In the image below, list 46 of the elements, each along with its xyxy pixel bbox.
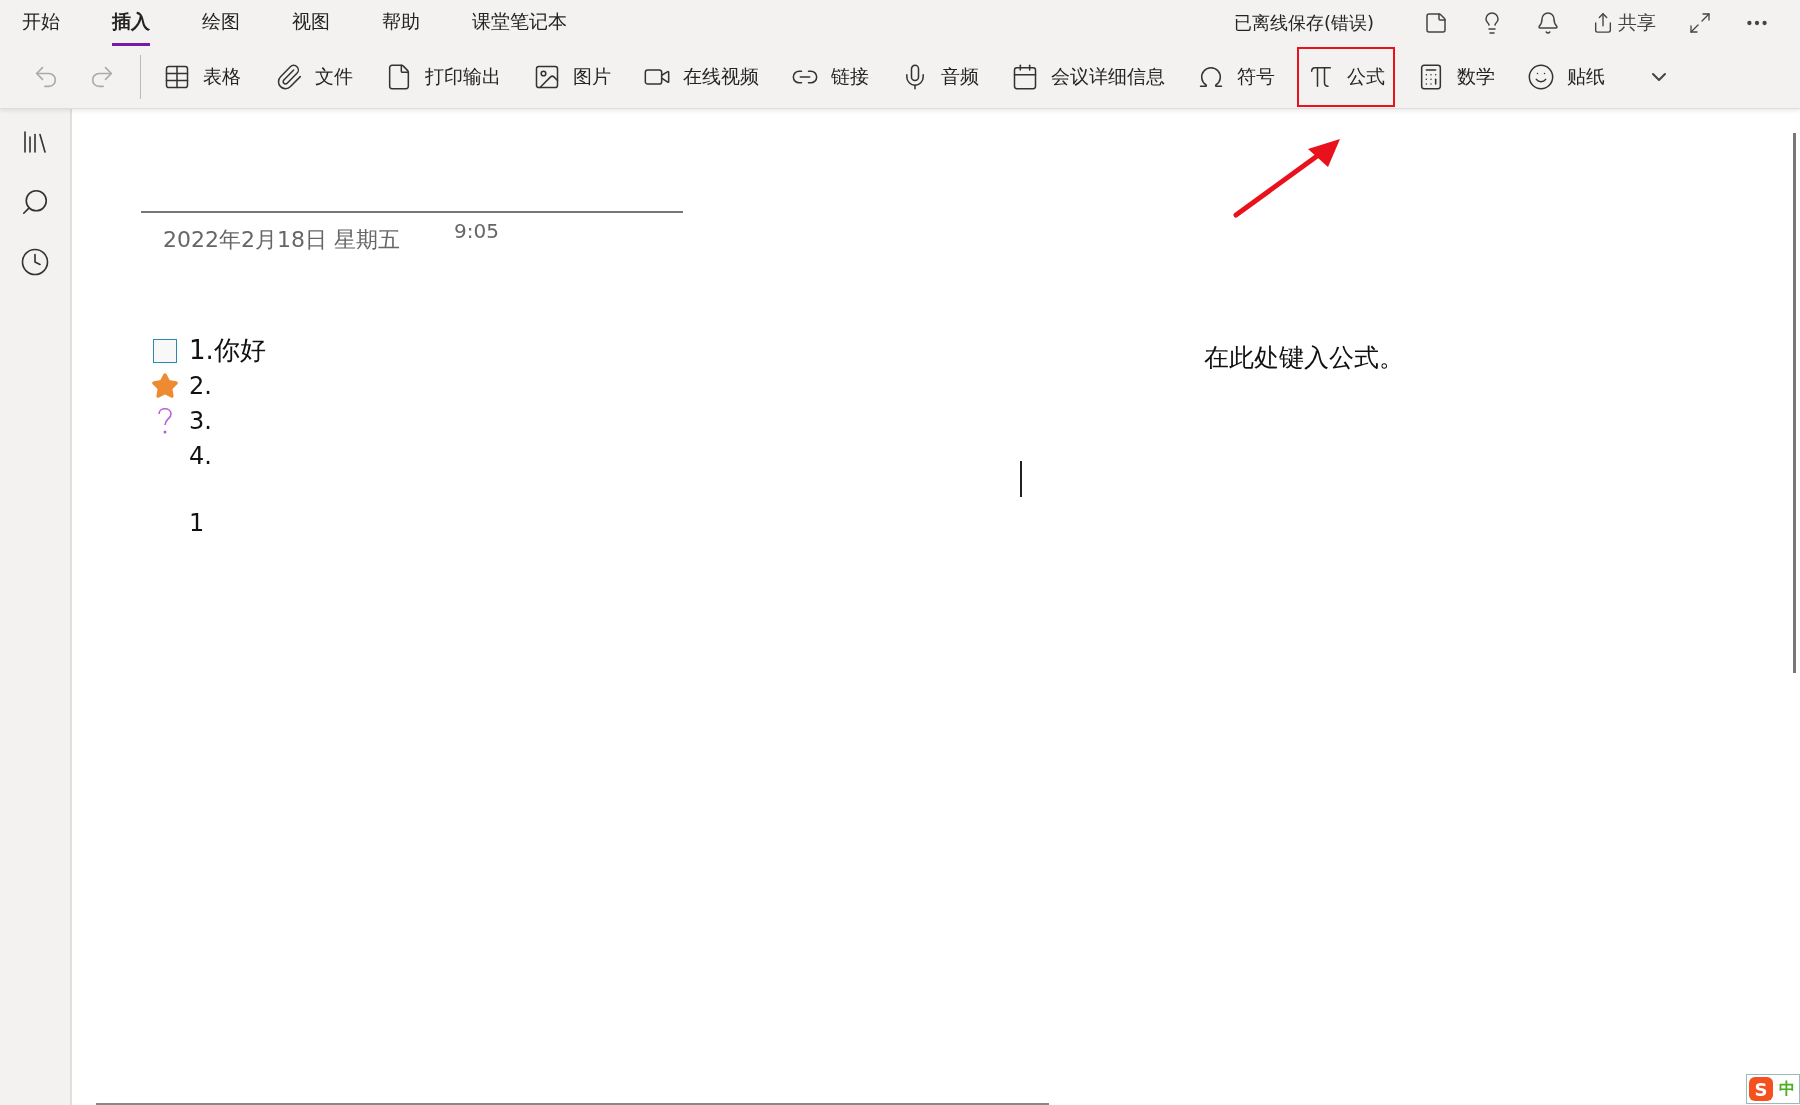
page-time: 9:05 — [454, 219, 499, 245]
toolbar-button[interactable]: 符号 — [1189, 49, 1283, 105]
picture-icon — [533, 63, 561, 91]
toolbar-button[interactable]: 贴纸 — [1519, 49, 1613, 105]
toolbar-button[interactable]: 文件 — [267, 49, 361, 105]
ime-logo: S — [1749, 1077, 1773, 1101]
toolbar-button[interactable]: 数学 — [1409, 49, 1503, 105]
note-line: 1.你好 — [189, 334, 266, 367]
scrollbar[interactable] — [1793, 133, 1796, 673]
formula-placeholder[interactable]: 在此处键入公式。 — [1204, 341, 1404, 374]
search-icon[interactable] — [20, 187, 50, 217]
menu-tab[interactable]: 绘图 — [202, 0, 240, 46]
note-line: 1 — [189, 508, 205, 537]
menu-tab[interactable]: 帮助 — [382, 0, 420, 46]
clock-icon[interactable] — [20, 247, 50, 277]
toolbar-button[interactable]: 音频 — [893, 49, 987, 105]
ime-mode: 中 — [1779, 1078, 1795, 1100]
expand-icon[interactable] — [1688, 11, 1712, 35]
star-icon — [151, 371, 179, 400]
table-icon — [163, 63, 191, 91]
calendar-icon — [1011, 63, 1039, 91]
toolbar-button[interactable]: 在线视频 — [635, 49, 767, 105]
toolbar-button[interactable]: 公式 — [1299, 49, 1393, 105]
menu-tab[interactable]: 视图 — [292, 0, 330, 46]
toolbar-button[interactable]: 表格 — [155, 49, 249, 105]
menu-tab[interactable]: 开始 — [22, 0, 60, 46]
note-line: 3. — [189, 406, 212, 435]
question-mark-icon — [157, 406, 173, 435]
toolbar-button[interactable]: 链接 — [783, 49, 877, 105]
page-date: 2022年2月18日 星期五 — [163, 226, 400, 254]
toolbar-button[interactable]: 图片 — [525, 49, 619, 105]
toolbar-button[interactable]: 会议详细信息 — [1003, 49, 1173, 105]
save-status: 已离线保存(错误) — [1233, 11, 1374, 35]
bell-icon[interactable] — [1536, 11, 1560, 35]
menu-tab[interactable]: 课堂笔记本 — [472, 0, 567, 46]
paperclip-icon — [275, 63, 303, 91]
menu-tab[interactable]: 插入 — [112, 0, 150, 46]
note-line: 4. — [189, 441, 212, 470]
note-line: 2. — [189, 371, 212, 400]
sticky-note-icon[interactable] — [1424, 11, 1448, 35]
checkbox[interactable] — [153, 338, 177, 363]
toolbar-button[interactable]: 打印输出 — [377, 49, 509, 105]
share-icon — [1592, 12, 1614, 34]
smiley-icon — [1527, 63, 1555, 91]
text-cursor — [1020, 461, 1022, 497]
share-button[interactable]: 共享 — [1592, 10, 1656, 36]
